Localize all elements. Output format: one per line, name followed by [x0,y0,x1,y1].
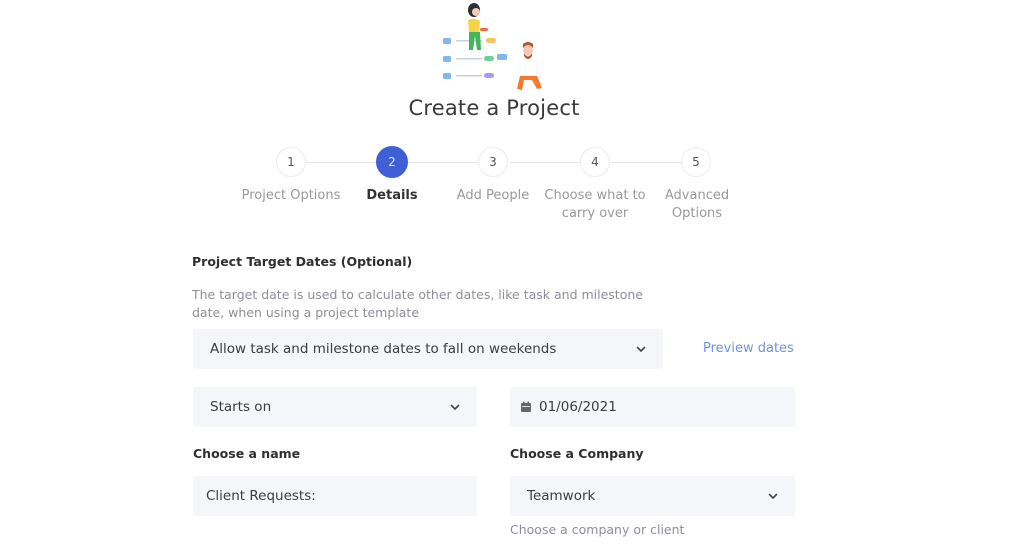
weekend-dates-value: Allow task and milestone dates to fall o… [210,341,557,357]
step-1-circle[interactable]: 1 [276,147,306,177]
task-list-graphic [443,38,507,79]
step-4-label[interactable]: Choose what to carry over [540,187,650,223]
company-hint: Choose a company or client [510,522,685,537]
chevron-down-icon [450,404,460,411]
step-connector [611,162,681,163]
step-2-label[interactable]: Details [337,187,447,205]
target-dates-heading: Project Target Dates (Optional) [192,254,413,269]
page-title: Create a Project [408,96,580,120]
company-select[interactable]: Teamwork [510,476,795,516]
start-mode-value: Starts on [210,399,272,415]
calendar-icon [521,401,531,412]
weekend-dates-select[interactable]: Allow task and milestone dates to fall o… [193,329,663,369]
start-mode-select[interactable]: Starts on [193,387,477,427]
step-2-circle[interactable]: 2 [376,146,408,178]
start-date-value: 01/06/2021 [539,399,617,415]
man-figure [517,42,542,90]
chevron-down-icon [768,493,778,500]
name-label: Choose a name [193,446,301,461]
project-illustration [443,3,542,90]
project-name-input[interactable]: Client Requests: [193,476,477,516]
step-connector [306,162,376,163]
preview-dates-link[interactable]: Preview dates [703,341,794,356]
project-name-value: Client Requests: [206,488,316,504]
step-4-circle[interactable]: 4 [580,147,610,177]
company-label: Choose a Company [510,446,644,461]
company-value: Teamwork [527,488,596,504]
woman-figure [468,3,488,50]
step-1-label[interactable]: Project Options [236,187,346,205]
step-5-label[interactable]: Advanced Options [642,187,752,223]
step-connector [509,162,580,163]
step-3-label[interactable]: Add People [438,187,548,205]
chevron-down-icon [636,346,646,353]
step-3-circle[interactable]: 3 [478,147,508,177]
step-5-circle[interactable]: 5 [681,147,711,177]
target-dates-description: The target date is used to calculate oth… [192,287,643,320]
start-date-input[interactable]: 01/06/2021 [510,387,795,427]
step-connector [408,162,478,163]
